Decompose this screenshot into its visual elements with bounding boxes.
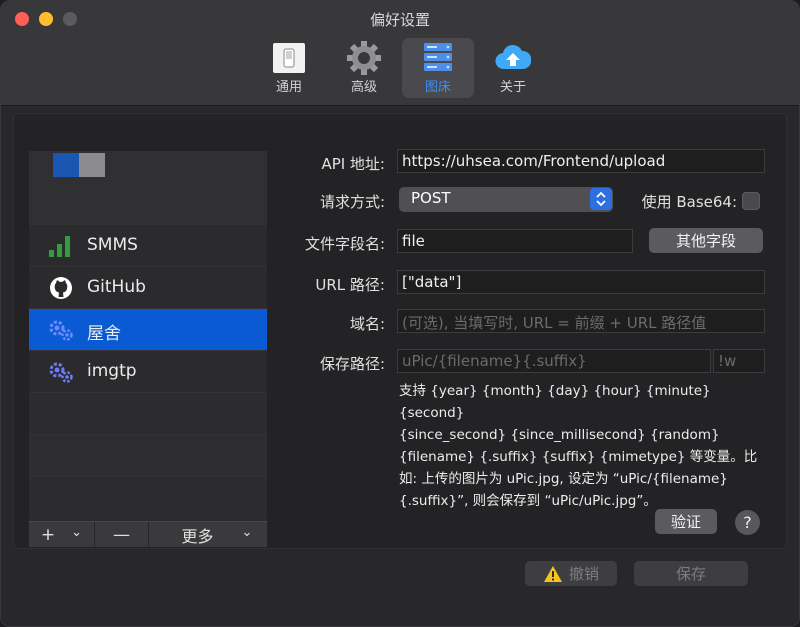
hint-line: {filename} {.suffix} {suffix} {mimetype}… (399, 449, 758, 465)
list-item-github[interactable]: GitHub (29, 267, 267, 309)
more-label: 更多 (181, 527, 214, 546)
preferences-window: 偏好设置 通用 高级 图床 关于 SMMS GitHub 屋舍 imgtp + … (0, 0, 800, 627)
bar-chart-icon (49, 236, 70, 257)
hint-line: {.suffix}”, 则会保存到 “uPic/uPic.jpg”。 (399, 493, 657, 509)
list-item-label: 屋舍 (87, 324, 121, 344)
help-button[interactable]: ? (735, 510, 760, 535)
server-icon (424, 43, 452, 71)
list-actions-bar: + ⌄ — 更多 ⌄ (29, 521, 267, 548)
list-item-label: imgtp (87, 361, 137, 381)
domain-label: 域名: (349, 315, 385, 333)
list-empty-row (29, 393, 267, 435)
tab-image-host[interactable]: 图床 (402, 38, 474, 98)
list-empty-row (29, 435, 267, 477)
save-button[interactable]: 保存 (634, 561, 748, 586)
hint-line: 支持 {year} {month} {day} {hour} {minute} … (399, 383, 711, 421)
gear-icon (347, 41, 381, 75)
save-path-hint: 支持 {year} {month} {day} {hour} {minute} … (399, 380, 771, 512)
tab-about-label: 关于 (499, 80, 526, 95)
url-path-label: URL 路径: (315, 276, 385, 294)
warning-icon (543, 565, 562, 582)
add-host-button[interactable]: + ⌄ (29, 522, 95, 548)
titlebar: 偏好设置 通用 高级 图床 关于 (1, 1, 799, 106)
list-item-imgtp[interactable]: imgtp (29, 351, 267, 393)
chevron-down-icon: ⌄ (71, 524, 83, 540)
more-button[interactable]: 更多 ⌄ (149, 522, 267, 548)
list-item-uhsea[interactable]: 屋舍 (29, 309, 267, 351)
host-list[interactable]: SMMS GitHub 屋舍 imgtp (29, 151, 267, 521)
list-item-label: GitHub (87, 277, 146, 297)
suffix-input[interactable]: !w (713, 349, 765, 373)
github-icon (50, 277, 72, 299)
save-path-input[interactable]: uPic/{filename}{.suffix} (397, 349, 711, 373)
request-method-value: POST (411, 189, 451, 207)
list-item-label: SMMS (87, 235, 138, 255)
window-title: 偏好设置 (369, 11, 430, 29)
up-down-chevron-icon (590, 188, 612, 210)
other-fields-button[interactable]: 其他字段 (649, 228, 763, 253)
tab-general-label: 通用 (275, 80, 302, 95)
list-header-placeholder (29, 151, 267, 225)
file-field-name-input[interactable]: file (397, 229, 633, 253)
save-path-label: 保存路径: (319, 355, 385, 373)
blue-swatch (53, 153, 79, 177)
switch-icon (273, 43, 305, 73)
verify-button[interactable]: 验证 (655, 509, 717, 534)
undo-button[interactable]: 撤销 (525, 561, 617, 586)
chevron-down-icon: ⌄ (241, 524, 253, 540)
list-item-smms[interactable]: SMMS (29, 225, 267, 267)
remove-host-button[interactable]: — (95, 522, 149, 548)
domain-input[interactable]: (可选), 当填写时, URL = 前缀 + URL 路径值 (397, 309, 765, 333)
gears-icon (49, 320, 73, 341)
gray-swatch (79, 153, 105, 177)
api-url-input[interactable]: https://uhsea.com/Frontend/upload (397, 149, 765, 173)
file-field-name-label: 文件字段名: (304, 235, 385, 253)
minus-icon: — (113, 525, 130, 545)
hint-line: 如: 上传的图片为 uPic.jpg, 设定为 “uPic/{filename} (399, 471, 728, 487)
undo-label: 撤销 (568, 565, 599, 583)
request-method-label: 请求方式: (319, 193, 385, 211)
tab-image-host-label: 图床 (424, 80, 451, 95)
api-url-label: API 地址: (321, 155, 385, 173)
request-method-select[interactable]: POST (399, 187, 613, 212)
tab-general[interactable]: 通用 (253, 38, 325, 98)
plus-icon: + (40, 525, 56, 545)
cloud-upload-icon (495, 44, 531, 70)
hint-line: {since_second} {since_millisecond} {rand… (399, 427, 720, 443)
tab-advanced[interactable]: 高级 (328, 38, 400, 98)
url-path-input[interactable]: ["data"] (397, 270, 765, 294)
base64-label: 使用 Base64: (641, 193, 737, 211)
base64-checkbox[interactable] (742, 192, 760, 210)
tab-advanced-label: 高级 (350, 80, 377, 95)
tab-about[interactable]: 关于 (477, 38, 549, 98)
list-empty-row (29, 477, 267, 519)
gears-icon (49, 362, 73, 383)
